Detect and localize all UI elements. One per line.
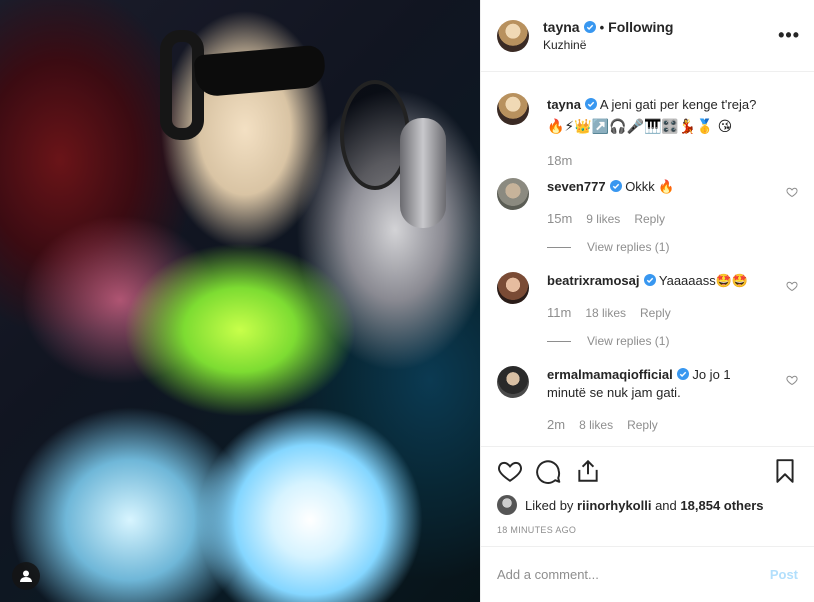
header-separator: • bbox=[599, 19, 605, 35]
post-photo[interactable] bbox=[0, 0, 480, 602]
caption-meta: 18m bbox=[547, 152, 772, 170]
likes-text: Liked by riinorhykolli and 18,854 others bbox=[525, 498, 764, 513]
verified-icon bbox=[583, 21, 596, 33]
caption-emojis: 🔥⚡👑↗️🎧🎤🎹🎛️💃🥇 😘 bbox=[547, 118, 733, 134]
post-side-panel: tayna • Following Kuzhinë ••• tayna A je… bbox=[480, 0, 814, 602]
verified-icon bbox=[643, 274, 656, 286]
photo-microphone bbox=[400, 118, 446, 228]
comment-meta: 11m 18 likes Reply bbox=[547, 304, 772, 322]
comment-likes[interactable]: 9 likes bbox=[586, 210, 620, 228]
comment-meta: 2m 8 likes Reply bbox=[547, 416, 772, 434]
comment-avatar[interactable] bbox=[497, 366, 529, 398]
verified-icon bbox=[676, 368, 689, 380]
comment-time[interactable]: 15m bbox=[547, 210, 572, 228]
post-location[interactable]: Kuzhinë bbox=[543, 38, 778, 52]
liker-username[interactable]: riinorhykolli bbox=[577, 498, 651, 513]
comment-line: seven777 Okkk 🔥 bbox=[547, 178, 772, 196]
author-username[interactable]: tayna bbox=[543, 19, 580, 35]
comment-item: seven777 Okkk 🔥 15m 9 likes Reply bbox=[497, 178, 798, 228]
author-avatar[interactable] bbox=[497, 19, 529, 52]
add-comment-bar: Post bbox=[481, 546, 814, 602]
comment-text: Okkk 🔥 bbox=[625, 179, 675, 194]
comment-body: seven777 Okkk 🔥 15m 9 likes Reply bbox=[547, 178, 798, 228]
share-icon[interactable] bbox=[575, 458, 601, 484]
comment-time[interactable]: 2m bbox=[547, 416, 565, 434]
comment-avatar[interactable] bbox=[497, 178, 529, 210]
likes-prefix: Liked by bbox=[525, 497, 574, 513]
comment-likes[interactable]: 8 likes bbox=[579, 416, 613, 434]
comment-like-heart-icon[interactable] bbox=[786, 280, 798, 292]
caption-username[interactable]: tayna bbox=[547, 97, 581, 112]
action-icons bbox=[497, 457, 798, 485]
caption-text: A jeni gati per kenge t'reja? bbox=[599, 97, 757, 112]
comment-text: Yaaaaass🤩🤩 bbox=[658, 273, 749, 288]
comment-like-heart-icon[interactable] bbox=[786, 374, 798, 386]
comment-username[interactable]: seven777 bbox=[547, 179, 606, 194]
post-comment-button[interactable]: Post bbox=[770, 567, 798, 582]
comment-username[interactable]: beatrixramosaj bbox=[547, 273, 640, 288]
comment-reply-button[interactable]: Reply bbox=[640, 304, 671, 322]
view-replies-label[interactable]: View replies (1) bbox=[587, 240, 669, 254]
comment-line: ermalmamaqiofficial Jo jo 1 minutë se nu… bbox=[547, 366, 772, 402]
header-user-row: tayna • Following bbox=[543, 19, 778, 35]
comment-like-heart-icon[interactable] bbox=[786, 186, 798, 198]
bookmark-icon[interactable] bbox=[772, 458, 798, 484]
comment-line: beatrixramosaj Yaaaaass🤩🤩 bbox=[547, 272, 772, 290]
caption: tayna A jeni gati per kenge t'reja? 🔥⚡👑↗… bbox=[497, 93, 798, 170]
comment-meta: 15m 9 likes Reply bbox=[547, 210, 772, 228]
comment-body: beatrixramosaj Yaaaaass🤩🤩 11m 18 likes R… bbox=[547, 272, 798, 322]
comment-reply-button[interactable]: Reply bbox=[634, 210, 665, 228]
like-heart-icon[interactable] bbox=[497, 458, 523, 484]
caption-body: tayna A jeni gati per kenge t'reja? 🔥⚡👑↗… bbox=[547, 96, 798, 170]
add-comment-input[interactable] bbox=[497, 567, 770, 582]
post-timestamp[interactable]: 18 MINUTES AGO bbox=[497, 525, 798, 535]
comment-bubble-icon[interactable] bbox=[536, 458, 562, 484]
caption-time[interactable]: 18m bbox=[547, 152, 572, 170]
comment-username[interactable]: ermalmamaqiofficial bbox=[547, 367, 673, 382]
comment-item: ermalmamaqiofficial Jo jo 1 minutë se nu… bbox=[497, 366, 798, 434]
comment-body: ermalmamaqiofficial Jo jo 1 minutë se nu… bbox=[547, 366, 798, 434]
likes-connector: and bbox=[655, 497, 677, 513]
more-options-icon[interactable]: ••• bbox=[778, 25, 800, 46]
tagged-user-icon[interactable] bbox=[12, 562, 40, 590]
verified-icon bbox=[584, 98, 597, 110]
comments-list[interactable]: tayna A jeni gati per kenge t'reja? 🔥⚡👑↗… bbox=[481, 73, 814, 445]
likes-count[interactable]: 18,854 others bbox=[680, 498, 763, 513]
post-actions: Liked by riinorhykolli and 18,854 others… bbox=[481, 446, 814, 535]
comment-time[interactable]: 11m bbox=[547, 304, 571, 322]
caption-line: tayna A jeni gati per kenge t'reja? bbox=[547, 96, 772, 114]
comment-reply-button[interactable]: Reply bbox=[627, 416, 658, 434]
liker-avatar[interactable] bbox=[497, 495, 517, 515]
likes-summary: Liked by riinorhykolli and 18,854 others bbox=[497, 495, 798, 515]
view-replies-label[interactable]: View replies (1) bbox=[587, 334, 669, 348]
header-text: tayna • Following Kuzhinë bbox=[543, 19, 778, 52]
view-replies-button[interactable]: View replies (1) bbox=[547, 334, 798, 348]
view-replies-button[interactable]: View replies (1) bbox=[547, 240, 798, 254]
instagram-post: tayna • Following Kuzhinë ••• tayna A je… bbox=[0, 0, 814, 602]
view-replies-line bbox=[547, 340, 571, 342]
view-replies-line bbox=[547, 246, 571, 248]
photo-sunglasses bbox=[193, 44, 327, 98]
comment-likes[interactable]: 18 likes bbox=[585, 304, 626, 322]
comment-item: beatrixramosaj Yaaaaass🤩🤩 11m 18 likes R… bbox=[497, 272, 798, 322]
verified-icon bbox=[609, 180, 622, 192]
caption-avatar[interactable] bbox=[497, 93, 529, 125]
following-button[interactable]: Following bbox=[608, 19, 673, 35]
comment-avatar[interactable] bbox=[497, 272, 529, 304]
post-header: tayna • Following Kuzhinë ••• bbox=[481, 0, 814, 72]
